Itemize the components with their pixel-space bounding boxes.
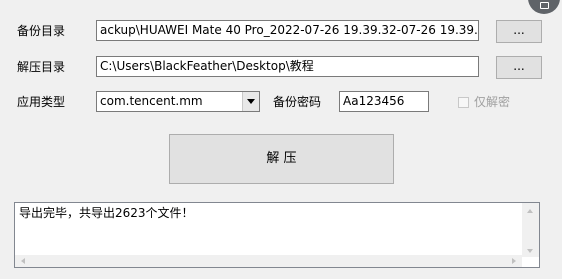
scroll-right-icon[interactable]: [512, 258, 516, 264]
backup-dir-label: 备份目录: [17, 24, 66, 38]
output-log[interactable]: 导出完毕，共导出2623个文件！: [14, 202, 540, 268]
chevron-down-icon[interactable]: [242, 92, 259, 111]
horizontal-scrollbar[interactable]: [15, 255, 522, 267]
password-label: 备份密码: [273, 95, 322, 109]
app-type-select[interactable]: com.tencent.mm: [96, 91, 260, 112]
decrypt-only-label: 仅解密: [474, 95, 511, 109]
extract-dir-label: 解压目录: [17, 60, 66, 74]
extract-dir-field[interactable]: C:\Users\BlackFeather\Desktop\教程: [96, 56, 479, 77]
extract-button[interactable]: 解 压: [169, 134, 394, 184]
backup-dir-field[interactable]: ackup\HUAWEI Mate 40 Pro_2022-07-26 19.3…: [96, 20, 479, 41]
extract-dir-browse-button[interactable]: ...: [496, 56, 542, 79]
output-log-text: 导出完毕，共导出2623个文件！: [19, 206, 194, 220]
decrypt-only-checkbox[interactable]: [458, 97, 469, 108]
scroll-down-icon[interactable]: [527, 249, 533, 253]
window-badge-icon[interactable]: [528, 0, 560, 14]
backup-dir-browse-button[interactable]: ...: [496, 20, 542, 43]
scroll-left-icon[interactable]: [21, 258, 25, 264]
password-field[interactable]: Aa123456: [339, 91, 429, 112]
app-type-label: 应用类型: [17, 95, 66, 109]
vertical-scrollbar[interactable]: [522, 203, 539, 257]
scroll-up-icon[interactable]: [527, 209, 533, 213]
app-type-selected-value: com.tencent.mm: [100, 94, 203, 108]
